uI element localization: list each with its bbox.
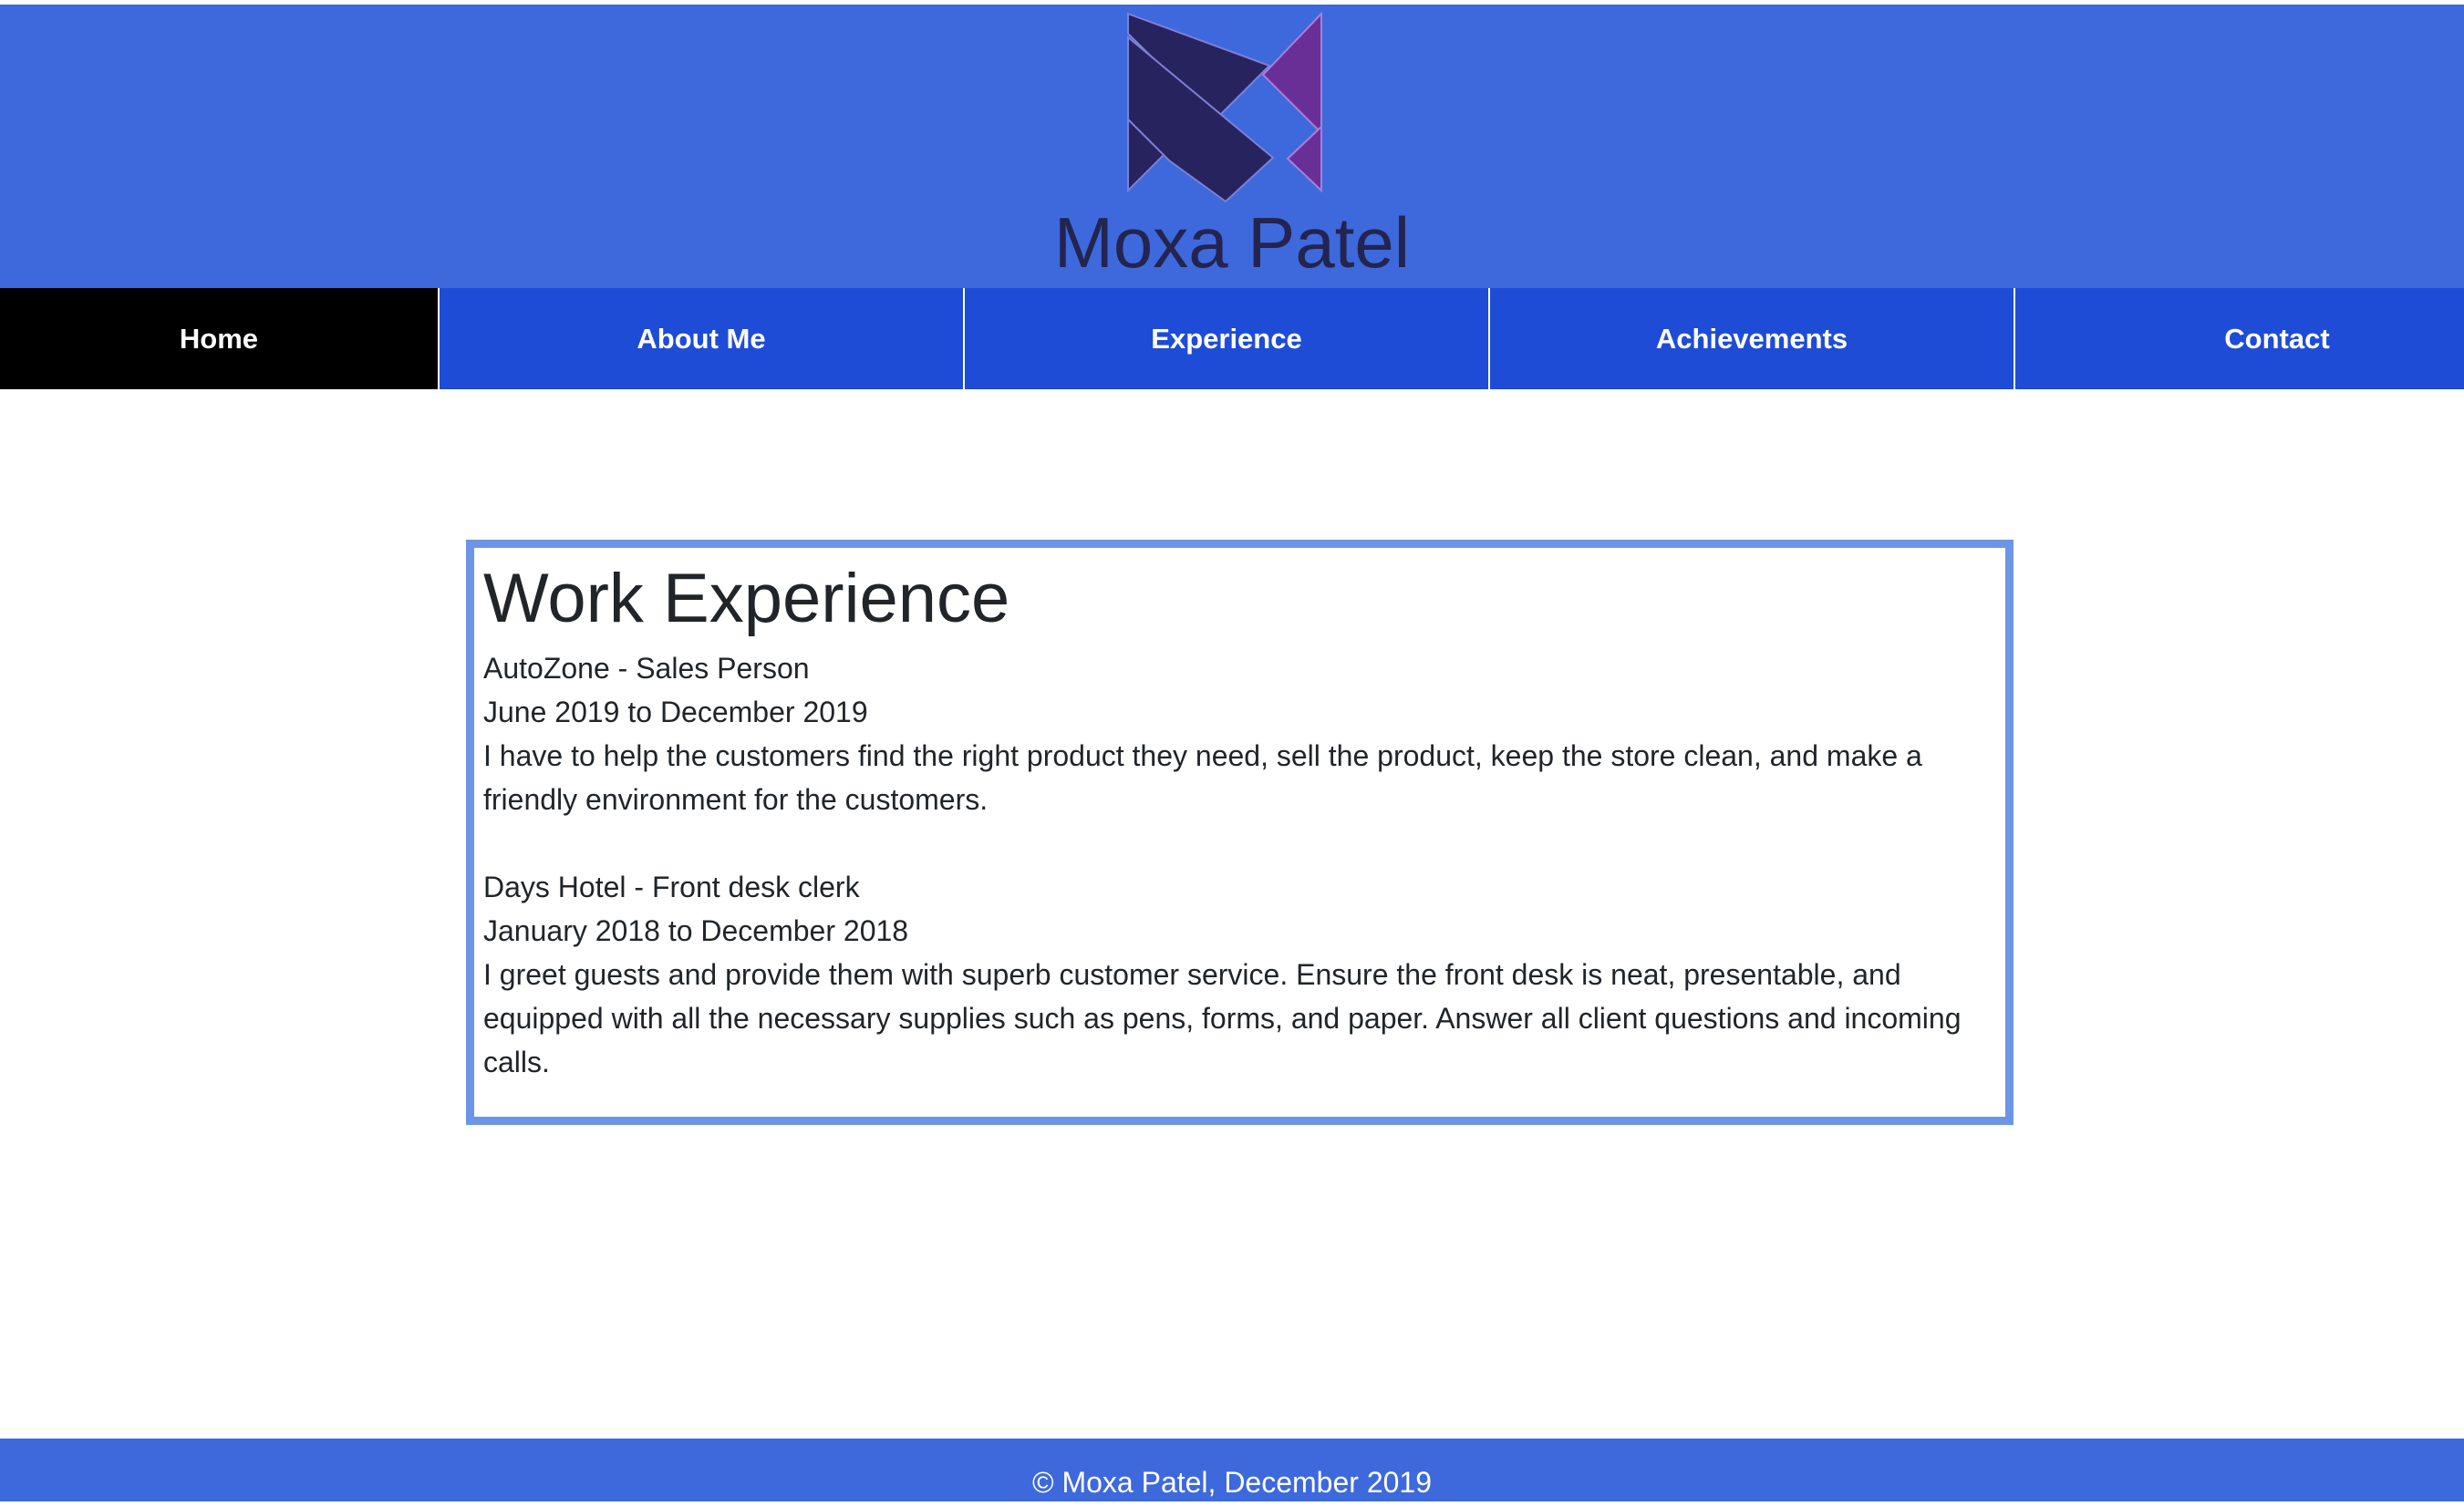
job-entry: Days Hotel - Front desk clerk January 20… [483, 865, 2006, 1084]
main-nav: Home About Me Experience Achievements Co… [0, 288, 2464, 389]
site-title: Moxa Patel [1053, 202, 1411, 283]
nav-item-contact[interactable]: Contact [2015, 288, 2464, 389]
work-experience-content: Work Experience AutoZone - Sales Person … [483, 557, 2006, 1084]
logo-icon [1127, 12, 1322, 203]
section-title: Work Experience [483, 560, 1010, 637]
nav-item-experience[interactable]: Experience [965, 288, 1488, 389]
logo-right-bar [1261, 12, 1322, 136]
nav-item-achievements[interactable]: Achievements [1490, 288, 2014, 389]
job-entry: AutoZone - Sales Person June 2019 to Dec… [483, 646, 2006, 821]
site-footer: © Moxa Patel, December 2019 [0, 1439, 2464, 1501]
copyright-text: © Moxa Patel, December 2019 [1031, 1466, 1432, 1499]
job-list: AutoZone - Sales Person June 2019 to Dec… [483, 646, 2006, 1084]
job-dates: January 2018 to December 2018 [483, 914, 909, 947]
site-header: Moxa Patel [0, 5, 2464, 288]
logo-small-right-triangle [1286, 124, 1322, 193]
job-dates: June 2019 to December 2019 [483, 696, 868, 728]
job-description: I greet guests and provide them with sup… [483, 958, 1962, 1078]
nav-item-home[interactable]: Home [0, 288, 438, 389]
work-experience-panel: Work Experience AutoZone - Sales Person … [466, 540, 2014, 1125]
job-title: AutoZone - Sales Person [483, 652, 810, 685]
job-title: Days Hotel - Front desk clerk [483, 871, 860, 903]
nav-item-about-me[interactable]: About Me [440, 288, 963, 389]
job-description: I have to help the customers find the ri… [483, 739, 1922, 816]
